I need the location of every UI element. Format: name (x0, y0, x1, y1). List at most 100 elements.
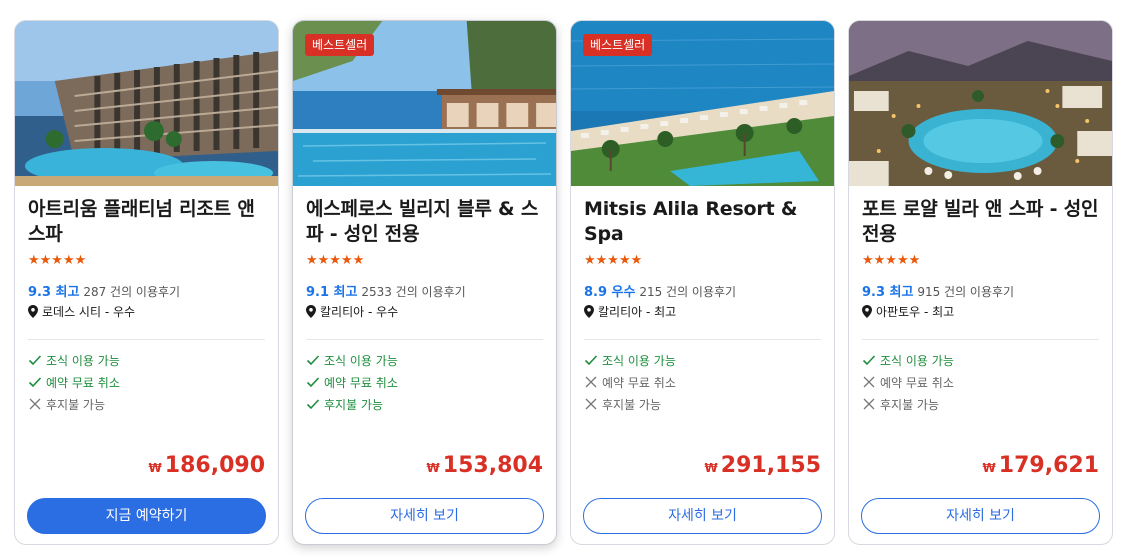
location-label: 로데스 시티 - 우수 (42, 305, 136, 319)
location-label: 아판토우 - 최고 (876, 305, 955, 319)
amenity-label: 조식 이용 가능 (46, 353, 120, 368)
amenity-label: 후지불 가능 (880, 397, 940, 412)
check-icon (584, 355, 598, 366)
hotel-photo[interactable]: 베스트셀러 (571, 21, 834, 186)
currency-symbol: ₩ (426, 461, 440, 475)
price-value: 291,155 (720, 453, 821, 478)
amenity-list: 조식 이용 가능 예약 무료 취소 후지불 가능 (28, 349, 120, 415)
review-count: 215 건의 이용후기 (639, 285, 737, 299)
price-value: 153,804 (442, 453, 543, 478)
location-pin-icon (28, 305, 38, 318)
review-score: 9.3 최고 (862, 285, 914, 300)
currency-symbol: ₩ (982, 461, 996, 475)
location-pin-icon (862, 305, 872, 318)
amenity-label: 예약 무료 취소 (880, 375, 954, 390)
view-details-button[interactable]: 자세히 보기 (305, 498, 544, 534)
amenity-item: 예약 무료 취소 (28, 371, 120, 393)
amenity-item: 조식 이용 가능 (862, 349, 954, 371)
amenity-label: 예약 무료 취소 (46, 375, 120, 390)
amenity-label: 조식 이용 가능 (602, 353, 676, 368)
amenity-label: 예약 무료 취소 (602, 375, 676, 390)
bestseller-badge: 베스트셀러 (583, 34, 653, 56)
star-rating: ★★★★★ (28, 253, 87, 268)
location-pin-icon (584, 305, 594, 318)
cross-icon (863, 376, 875, 388)
check-icon (28, 377, 42, 388)
hotel-name[interactable]: 포트 로얄 빌라 앤 스파 - 성인 전용 (862, 197, 1107, 247)
amenity-item: 예약 무료 취소 (584, 371, 676, 393)
amenity-label: 조식 이용 가능 (324, 353, 398, 368)
cross-icon (585, 398, 597, 410)
price-value: 186,090 (164, 453, 265, 478)
price-value: 179,621 (998, 453, 1099, 478)
hotel-card-list: 아트리움 플래티넘 리조트 앤 스파 ★★★★★ 9.3 최고 287 건의 이… (14, 20, 1114, 545)
location: 칼리티아 - 최고 (584, 303, 676, 320)
currency-symbol: ₩ (704, 461, 718, 475)
amenity-item: 예약 무료 취소 (862, 371, 954, 393)
hotel-photo[interactable] (15, 21, 278, 186)
book-now-button[interactable]: 지금 예약하기 (27, 498, 266, 534)
check-icon (306, 377, 320, 388)
hotel-name[interactable]: 에스페로스 빌리지 블루 & 스파 - 성인 전용 (306, 197, 551, 247)
amenity-label: 후지불 가능 (324, 397, 384, 412)
review-count: 287 건의 이용후기 (83, 285, 181, 299)
review-score: 9.1 최고 (306, 285, 358, 300)
cross-icon (863, 398, 875, 410)
hotel-card[interactable]: 아트리움 플래티넘 리조트 앤 스파 ★★★★★ 9.3 최고 287 건의 이… (14, 20, 279, 545)
price: ₩ 291,155 (705, 453, 821, 478)
cross-icon (585, 376, 597, 388)
hotel-photo[interactable] (849, 21, 1112, 186)
review-summary: 9.3 최고 915 건의 이용후기 (862, 281, 1014, 300)
cross-icon (29, 398, 41, 410)
star-rating: ★★★★★ (862, 253, 921, 268)
review-summary: 8.9 우수 215 건의 이용후기 (584, 281, 736, 300)
amenity-list: 조식 이용 가능 예약 무료 취소 후지불 가능 (862, 349, 954, 415)
location-label: 칼리티아 - 최고 (598, 305, 677, 319)
location: 아판토우 - 최고 (862, 303, 954, 320)
check-icon (28, 355, 42, 366)
amenity-label: 조식 이용 가능 (880, 353, 954, 368)
review-summary: 9.3 최고 287 건의 이용후기 (28, 281, 180, 300)
price: ₩ 153,804 (427, 453, 543, 478)
price: ₩ 186,090 (149, 453, 265, 478)
amenity-item: 후지불 가능 (306, 393, 398, 415)
amenity-item: 후지불 가능 (28, 393, 120, 415)
currency-symbol: ₩ (148, 461, 162, 475)
hotel-card[interactable]: 포트 로얄 빌라 앤 스파 - 성인 전용 ★★★★★ 9.3 최고 915 건… (848, 20, 1113, 545)
price: ₩ 179,621 (983, 453, 1099, 478)
divider (28, 339, 265, 340)
hotel-card[interactable]: 베스트셀러 에스페로스 빌리지 블루 & 스파 - 성인 전용 ★★★★★ 9.… (292, 20, 557, 545)
check-icon (862, 355, 876, 366)
review-score: 8.9 우수 (584, 285, 636, 300)
amenity-list: 조식 이용 가능 예약 무료 취소 후지불 가능 (584, 349, 676, 415)
hotel-photo[interactable]: 베스트셀러 (293, 21, 556, 186)
location-pin-icon (306, 305, 316, 318)
amenity-label: 후지불 가능 (46, 397, 106, 412)
bestseller-badge: 베스트셀러 (305, 34, 375, 56)
view-details-button[interactable]: 자세히 보기 (861, 498, 1100, 534)
location-label: 칼리티아 - 우수 (320, 305, 399, 319)
divider (584, 339, 821, 340)
amenity-list: 조식 이용 가능 예약 무료 취소 후지불 가능 (306, 349, 398, 415)
amenity-item: 후지불 가능 (862, 393, 954, 415)
review-summary: 9.1 최고 2533 건의 이용후기 (306, 281, 466, 300)
amenity-item: 조식 이용 가능 (306, 349, 398, 371)
divider (306, 339, 543, 340)
location: 칼리티아 - 우수 (306, 303, 398, 320)
amenity-item: 예약 무료 취소 (306, 371, 398, 393)
hotel-name[interactable]: 아트리움 플래티넘 리조트 앤 스파 (28, 197, 273, 247)
review-count: 2533 건의 이용후기 (361, 285, 466, 299)
divider (862, 339, 1099, 340)
amenity-item: 조식 이용 가능 (28, 349, 120, 371)
review-count: 915 건의 이용후기 (917, 285, 1015, 299)
amenity-item: 조식 이용 가능 (584, 349, 676, 371)
amenity-item: 후지불 가능 (584, 393, 676, 415)
check-icon (306, 355, 320, 366)
amenity-label: 후지불 가능 (602, 397, 662, 412)
star-rating: ★★★★★ (306, 253, 365, 268)
view-details-button[interactable]: 자세히 보기 (583, 498, 822, 534)
hotel-name[interactable]: Mitsis Alila Resort & Spa (584, 197, 829, 247)
review-score: 9.3 최고 (28, 285, 80, 300)
hotel-card[interactable]: 베스트셀러 Mitsis Alila Resort & Spa ★★★★★ 8.… (570, 20, 835, 545)
location: 로데스 시티 - 우수 (28, 303, 135, 320)
